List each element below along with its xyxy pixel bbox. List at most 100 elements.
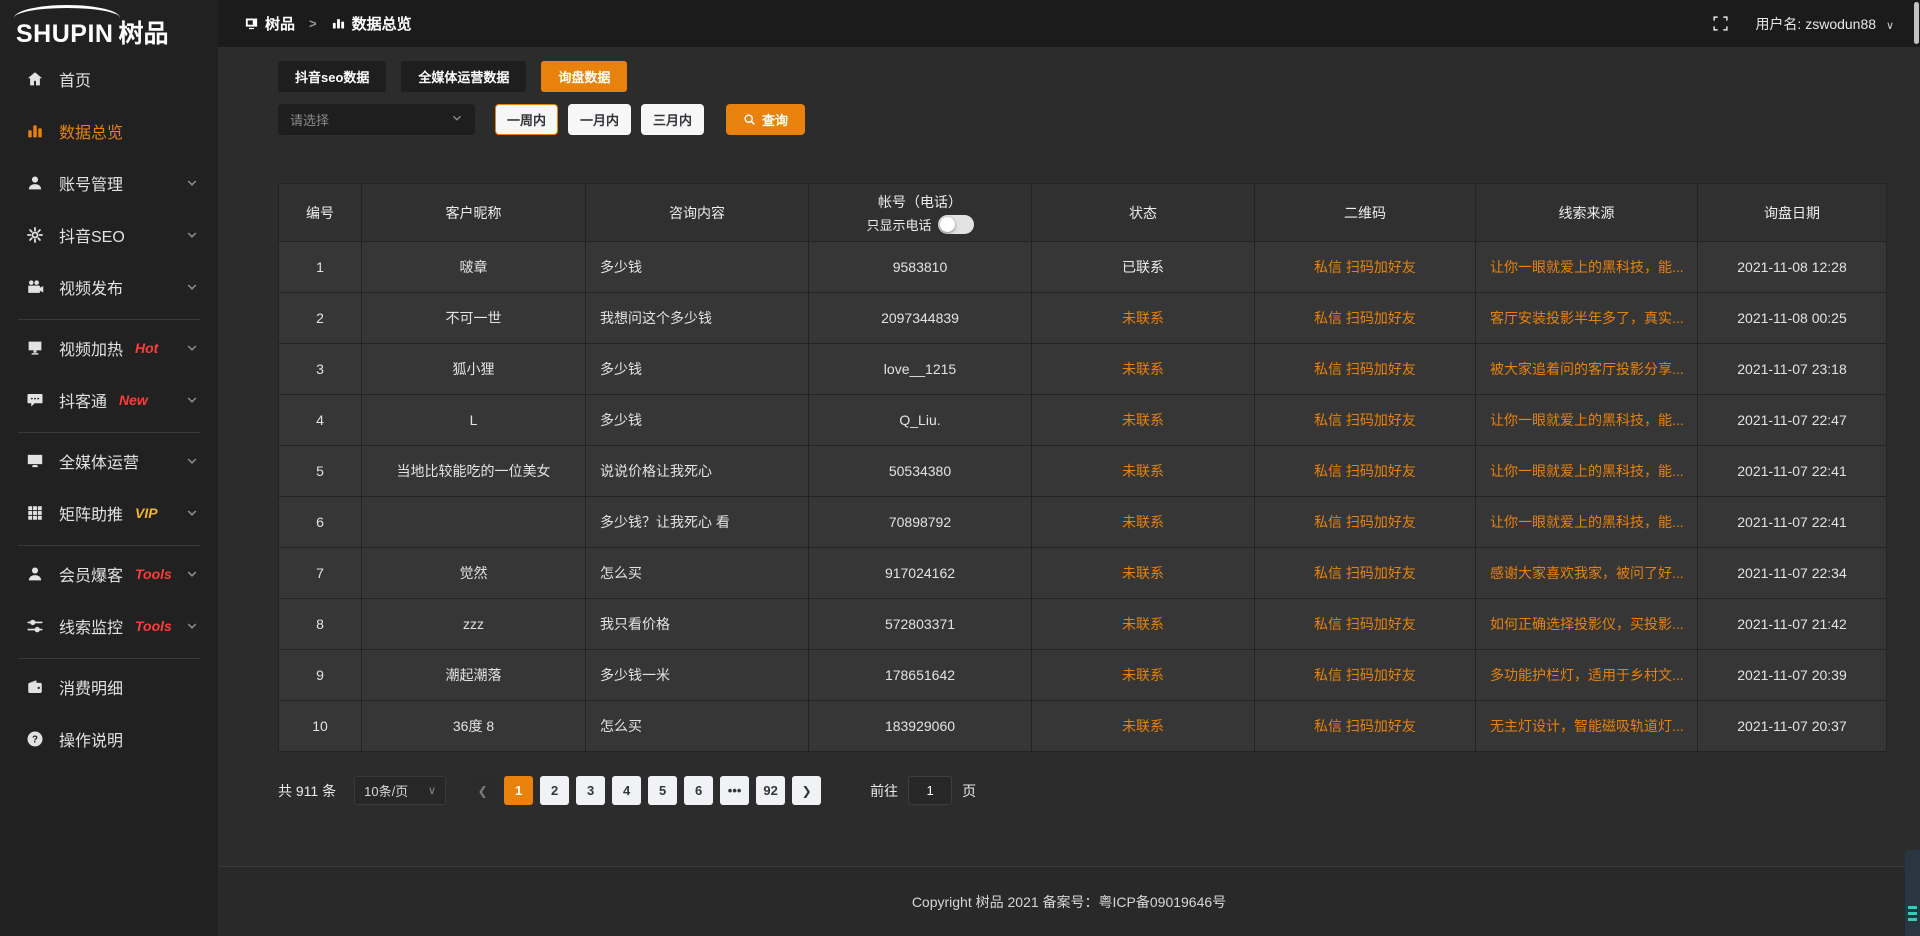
cell-date: 2021-11-07 22:41 xyxy=(1698,497,1886,547)
breadcrumb-current: 数据总览 xyxy=(352,13,412,34)
cell-no: 4 xyxy=(279,395,361,445)
column-header: 帐号（电话）只显示电话 xyxy=(809,184,1031,241)
page-buttons: 123456•••92 xyxy=(504,776,792,805)
sidebar-item-member-baoke[interactable]: 会员爆客Tools xyxy=(0,554,218,594)
sidebar-item-operation-guide[interactable]: ?操作说明 xyxy=(0,719,218,759)
logo-arc-icon xyxy=(14,5,120,18)
cell-qrcode-link[interactable]: 私信 扫码加好友 xyxy=(1255,599,1475,649)
sidebar-item-video-heat[interactable]: 视频加热Hot xyxy=(0,328,218,368)
cell-status[interactable]: 未联系 xyxy=(1032,701,1254,751)
cell-date: 2021-11-07 20:37 xyxy=(1698,701,1886,751)
period-button[interactable]: 一周内 xyxy=(495,104,558,135)
main-content: 抖音seo数据全媒体运营数据询盘数据 请选择 一周内一月内三月内 查询 编号客户… xyxy=(218,47,1920,936)
sidebar-item-douyin-seo[interactable]: 抖音SEO xyxy=(0,215,218,255)
cell-account: 917024162 xyxy=(809,548,1031,598)
cell-status[interactable]: 未联系 xyxy=(1032,293,1254,343)
cell-source-link[interactable]: 多功能护栏灯，适用于乡村文... xyxy=(1476,650,1697,700)
cell-qrcode-link[interactable]: 私信 扫码加好友 xyxy=(1255,548,1475,598)
cell-qrcode-link[interactable]: 私信 扫码加好友 xyxy=(1255,701,1475,751)
sidebar-item-account-manage[interactable]: 账号管理 xyxy=(0,163,218,203)
page-button-3[interactable]: 3 xyxy=(576,776,605,805)
sidebar-item-clue-monitor[interactable]: 线索监控Tools xyxy=(0,606,218,646)
cell-qrcode-link[interactable]: 私信 扫码加好友 xyxy=(1255,242,1475,292)
tab-inquiry-data[interactable]: 询盘数据 xyxy=(541,61,627,92)
sidebar-item-home[interactable]: 首页 xyxy=(0,59,218,99)
cell-source-link[interactable]: 客厅安装投影半年多了，真实... xyxy=(1476,293,1697,343)
cell-status[interactable]: 未联系 xyxy=(1032,497,1254,547)
username-menu[interactable]: 用户名: zswodun88 ∨ xyxy=(1755,14,1894,34)
query-button[interactable]: 查询 xyxy=(726,104,805,135)
breadcrumb-root[interactable]: 树品 xyxy=(265,13,295,34)
cell-content: 多少钱 xyxy=(586,395,808,445)
sidebar-item-matrix-boost[interactable]: 矩阵助推 VIP xyxy=(0,493,218,533)
filter-select[interactable]: 请选择 xyxy=(278,104,475,135)
page-button-6[interactable]: 6 xyxy=(684,776,713,805)
phone-only-toggle[interactable] xyxy=(938,215,974,234)
cell-qrcode-link[interactable]: 私信 扫码加好友 xyxy=(1255,293,1475,343)
cell-content: 多少钱一米 xyxy=(586,650,808,700)
fullscreen-icon[interactable] xyxy=(1712,15,1729,32)
cell-qrcode-link[interactable]: 私信 扫码加好友 xyxy=(1255,650,1475,700)
sidebar-item-label: 矩阵助推 xyxy=(59,501,123,525)
tab-douyin-seo-data[interactable]: 抖音seo数据 xyxy=(278,61,386,92)
cell-nickname: 觉然 xyxy=(362,548,585,598)
sidebar-item-douketong[interactable]: 抖客通New xyxy=(0,380,218,420)
more-pages-button[interactable]: ••• xyxy=(720,776,749,805)
tab-media-operation-data[interactable]: 全媒体运营数据 xyxy=(401,61,526,92)
cell-qrcode-link[interactable]: 私信 扫码加好友 xyxy=(1255,344,1475,394)
cell-account: love__1215 xyxy=(809,344,1031,394)
cell-date: 2021-11-07 21:42 xyxy=(1698,599,1886,649)
cell-qrcode-link[interactable]: 私信 扫码加好友 xyxy=(1255,446,1475,496)
cell-source-link[interactable]: 如何正确选择投影仪，买投影... xyxy=(1476,599,1697,649)
sidebar-item-video-publish[interactable]: 视频发布 xyxy=(0,267,218,307)
sidebar-item-media-operation[interactable]: 全媒体运营 xyxy=(0,441,218,481)
cell-qrcode-link[interactable]: 私信 扫码加好友 xyxy=(1255,395,1475,445)
sidebar-item-data-overview[interactable]: 数据总览 xyxy=(0,111,218,151)
page-button-4[interactable]: 4 xyxy=(612,776,641,805)
cell-status[interactable]: 未联系 xyxy=(1032,395,1254,445)
monitor-icon xyxy=(26,452,44,470)
cell-status[interactable]: 未联系 xyxy=(1032,446,1254,496)
scrollbar-thumb[interactable] xyxy=(1914,2,1919,44)
column-header-account: 帐号（电话） xyxy=(809,192,1031,212)
sidebar-item-consumption-detail[interactable]: 消费明细 xyxy=(0,667,218,707)
period-button[interactable]: 三月内 xyxy=(641,104,704,135)
column-header: 询盘日期 xyxy=(1698,184,1886,241)
cell-source-link[interactable]: 被大家追着问的客厅投影分享... xyxy=(1476,344,1697,394)
cell-source-link[interactable]: 让你一眼就爱上的黑科技，能... xyxy=(1476,446,1697,496)
breadcrumb: 树品 > 数据总览 xyxy=(244,13,412,34)
cell-account: 178651642 xyxy=(809,650,1031,700)
page-button-5[interactable]: 5 xyxy=(648,776,677,805)
cell-status[interactable]: 未联系 xyxy=(1032,548,1254,598)
sidebar-item-label: 线索监控 xyxy=(59,614,123,638)
cell-source-link[interactable]: 无主灯设计，智能磁吸轨道灯... xyxy=(1476,701,1697,751)
cell-nickname: 啵章 xyxy=(362,242,585,292)
goto-page-input[interactable] xyxy=(908,776,952,805)
page-button-2[interactable]: 2 xyxy=(540,776,569,805)
member-icon xyxy=(26,565,44,583)
cell-date: 2021-11-07 22:41 xyxy=(1698,446,1886,496)
cell-source-link[interactable]: 让你一眼就爱上的黑科技，能... xyxy=(1476,395,1697,445)
cell-source-link[interactable]: 感谢大家喜欢我家，被问了好... xyxy=(1476,548,1697,598)
cell-status[interactable]: 未联系 xyxy=(1032,650,1254,700)
next-page-button[interactable]: ❯ xyxy=(792,776,821,805)
sidebar: SHUPIN树品 首页数据总览账号管理抖音SEO视频发布视频加热Hot抖客通Ne… xyxy=(0,0,218,936)
logo-text-cn: 树品 xyxy=(118,20,168,48)
sidebar-badge: VIP xyxy=(135,505,158,521)
prev-page-button[interactable]: ❮ xyxy=(468,776,497,805)
page-size-select[interactable]: 10条/页 ∨ xyxy=(354,776,446,805)
username-label: 用户名: zswodun88 xyxy=(1755,16,1876,32)
cell-status[interactable]: 已联系 xyxy=(1032,242,1254,292)
corner-widget[interactable] xyxy=(1905,850,1920,936)
table-row: 5当地比较能吃的一位美女说说价格让我死心50534380未联系私信 扫码加好友让… xyxy=(279,446,1886,496)
cell-status[interactable]: 未联系 xyxy=(1032,344,1254,394)
cell-source-link[interactable]: 让你一眼就爱上的黑科技，能... xyxy=(1476,497,1697,547)
cell-source-link[interactable]: 让你一眼就爱上的黑科技，能... xyxy=(1476,242,1697,292)
cell-status[interactable]: 未联系 xyxy=(1032,599,1254,649)
page-button-92[interactable]: 92 xyxy=(756,776,785,805)
period-button[interactable]: 一月内 xyxy=(568,104,631,135)
cell-account: 70898792 xyxy=(809,497,1031,547)
page-button-1[interactable]: 1 xyxy=(504,776,533,805)
chevron-down-icon xyxy=(186,177,198,189)
cell-qrcode-link[interactable]: 私信 扫码加好友 xyxy=(1255,497,1475,547)
